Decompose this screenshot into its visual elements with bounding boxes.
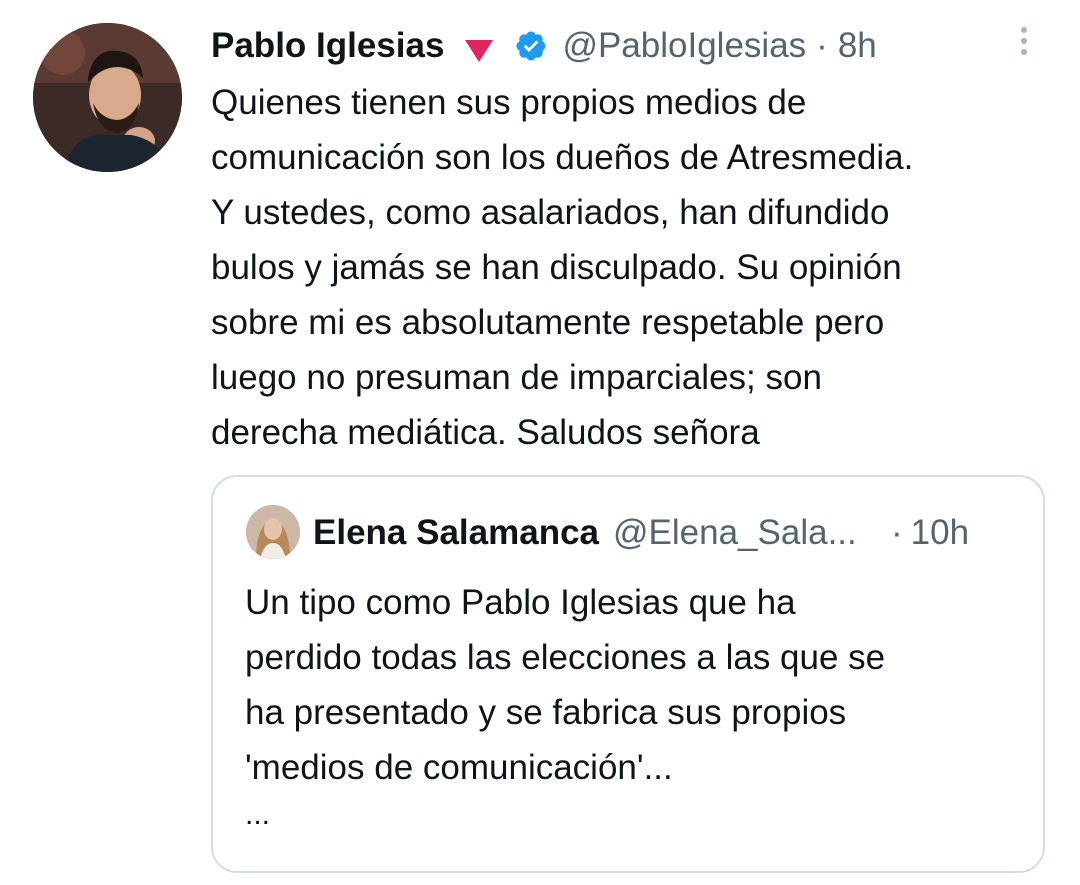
quoted-text-line: Un tipo como Pablo Iglesias que ha bbox=[245, 583, 796, 622]
author-avatar[interactable] bbox=[33, 23, 182, 172]
verified-badge-icon bbox=[514, 29, 548, 63]
quoted-author-handle[interactable]: @Elena_Sala... bbox=[613, 513, 881, 553]
author-handle[interactable]: @PabloIglesias bbox=[562, 26, 806, 66]
tweet-text-line: Quienes tienen sus propios medios de bbox=[211, 83, 807, 122]
quoted-tweet-header: Elena Salamanca @Elena_Sala... · 10h bbox=[313, 507, 1033, 559]
red-triangle-emoji-icon bbox=[464, 33, 494, 62]
author-name[interactable]: Pablo Iglesias bbox=[211, 26, 444, 66]
tweet-text-line: comunicación son los dueños de Atresmedi… bbox=[211, 138, 914, 177]
tweet-header: Pablo Iglesias @PabloIglesias · 8h bbox=[211, 20, 877, 72]
quoted-tweet-timestamp[interactable]: 10h bbox=[911, 513, 969, 553]
tweet-text-line: luego no presuman de imparciales; son bbox=[211, 358, 822, 397]
quoted-header-separator: · bbox=[891, 513, 903, 552]
tweet-text-line: derecha mediática. Saludos señora bbox=[211, 413, 760, 452]
tweet-text-line: sobre mi es absolutamente respetable per… bbox=[211, 303, 885, 342]
quoted-tweet-card[interactable]: Elena Salamanca @Elena_Sala... · 10h Un … bbox=[211, 475, 1045, 873]
vertical-ellipsis-icon[interactable] bbox=[1012, 24, 1036, 64]
tweet-timestamp[interactable]: 8h bbox=[838, 26, 877, 66]
quoted-truncation-ellipsis: ... bbox=[245, 798, 271, 831]
quoted-author-name[interactable]: Elena Salamanca bbox=[313, 513, 599, 553]
quoted-text-line: ha presentado y se fabrica sus propios bbox=[245, 693, 847, 732]
quoted-text-line: perdido todas las elecciones a las que s… bbox=[245, 638, 886, 677]
quoted-text-line: 'medios de comunicación'... bbox=[245, 748, 673, 787]
tweet-text-line: bulos y jamás se han disculpado. Su opin… bbox=[211, 248, 902, 287]
quoted-tweet-text: Un tipo como Pablo Iglesias que ha perdi… bbox=[245, 575, 1035, 795]
quoted-author-avatar[interactable] bbox=[246, 505, 300, 559]
header-separator: · bbox=[816, 26, 828, 65]
tweet: Pablo Iglesias @PabloIglesias · 8h Quien… bbox=[0, 0, 1080, 885]
tweet-text: Quienes tienen sus propios medios de com… bbox=[211, 75, 1071, 460]
tweet-text-line: Y ustedes, como asalariados, han difundi… bbox=[211, 193, 890, 232]
